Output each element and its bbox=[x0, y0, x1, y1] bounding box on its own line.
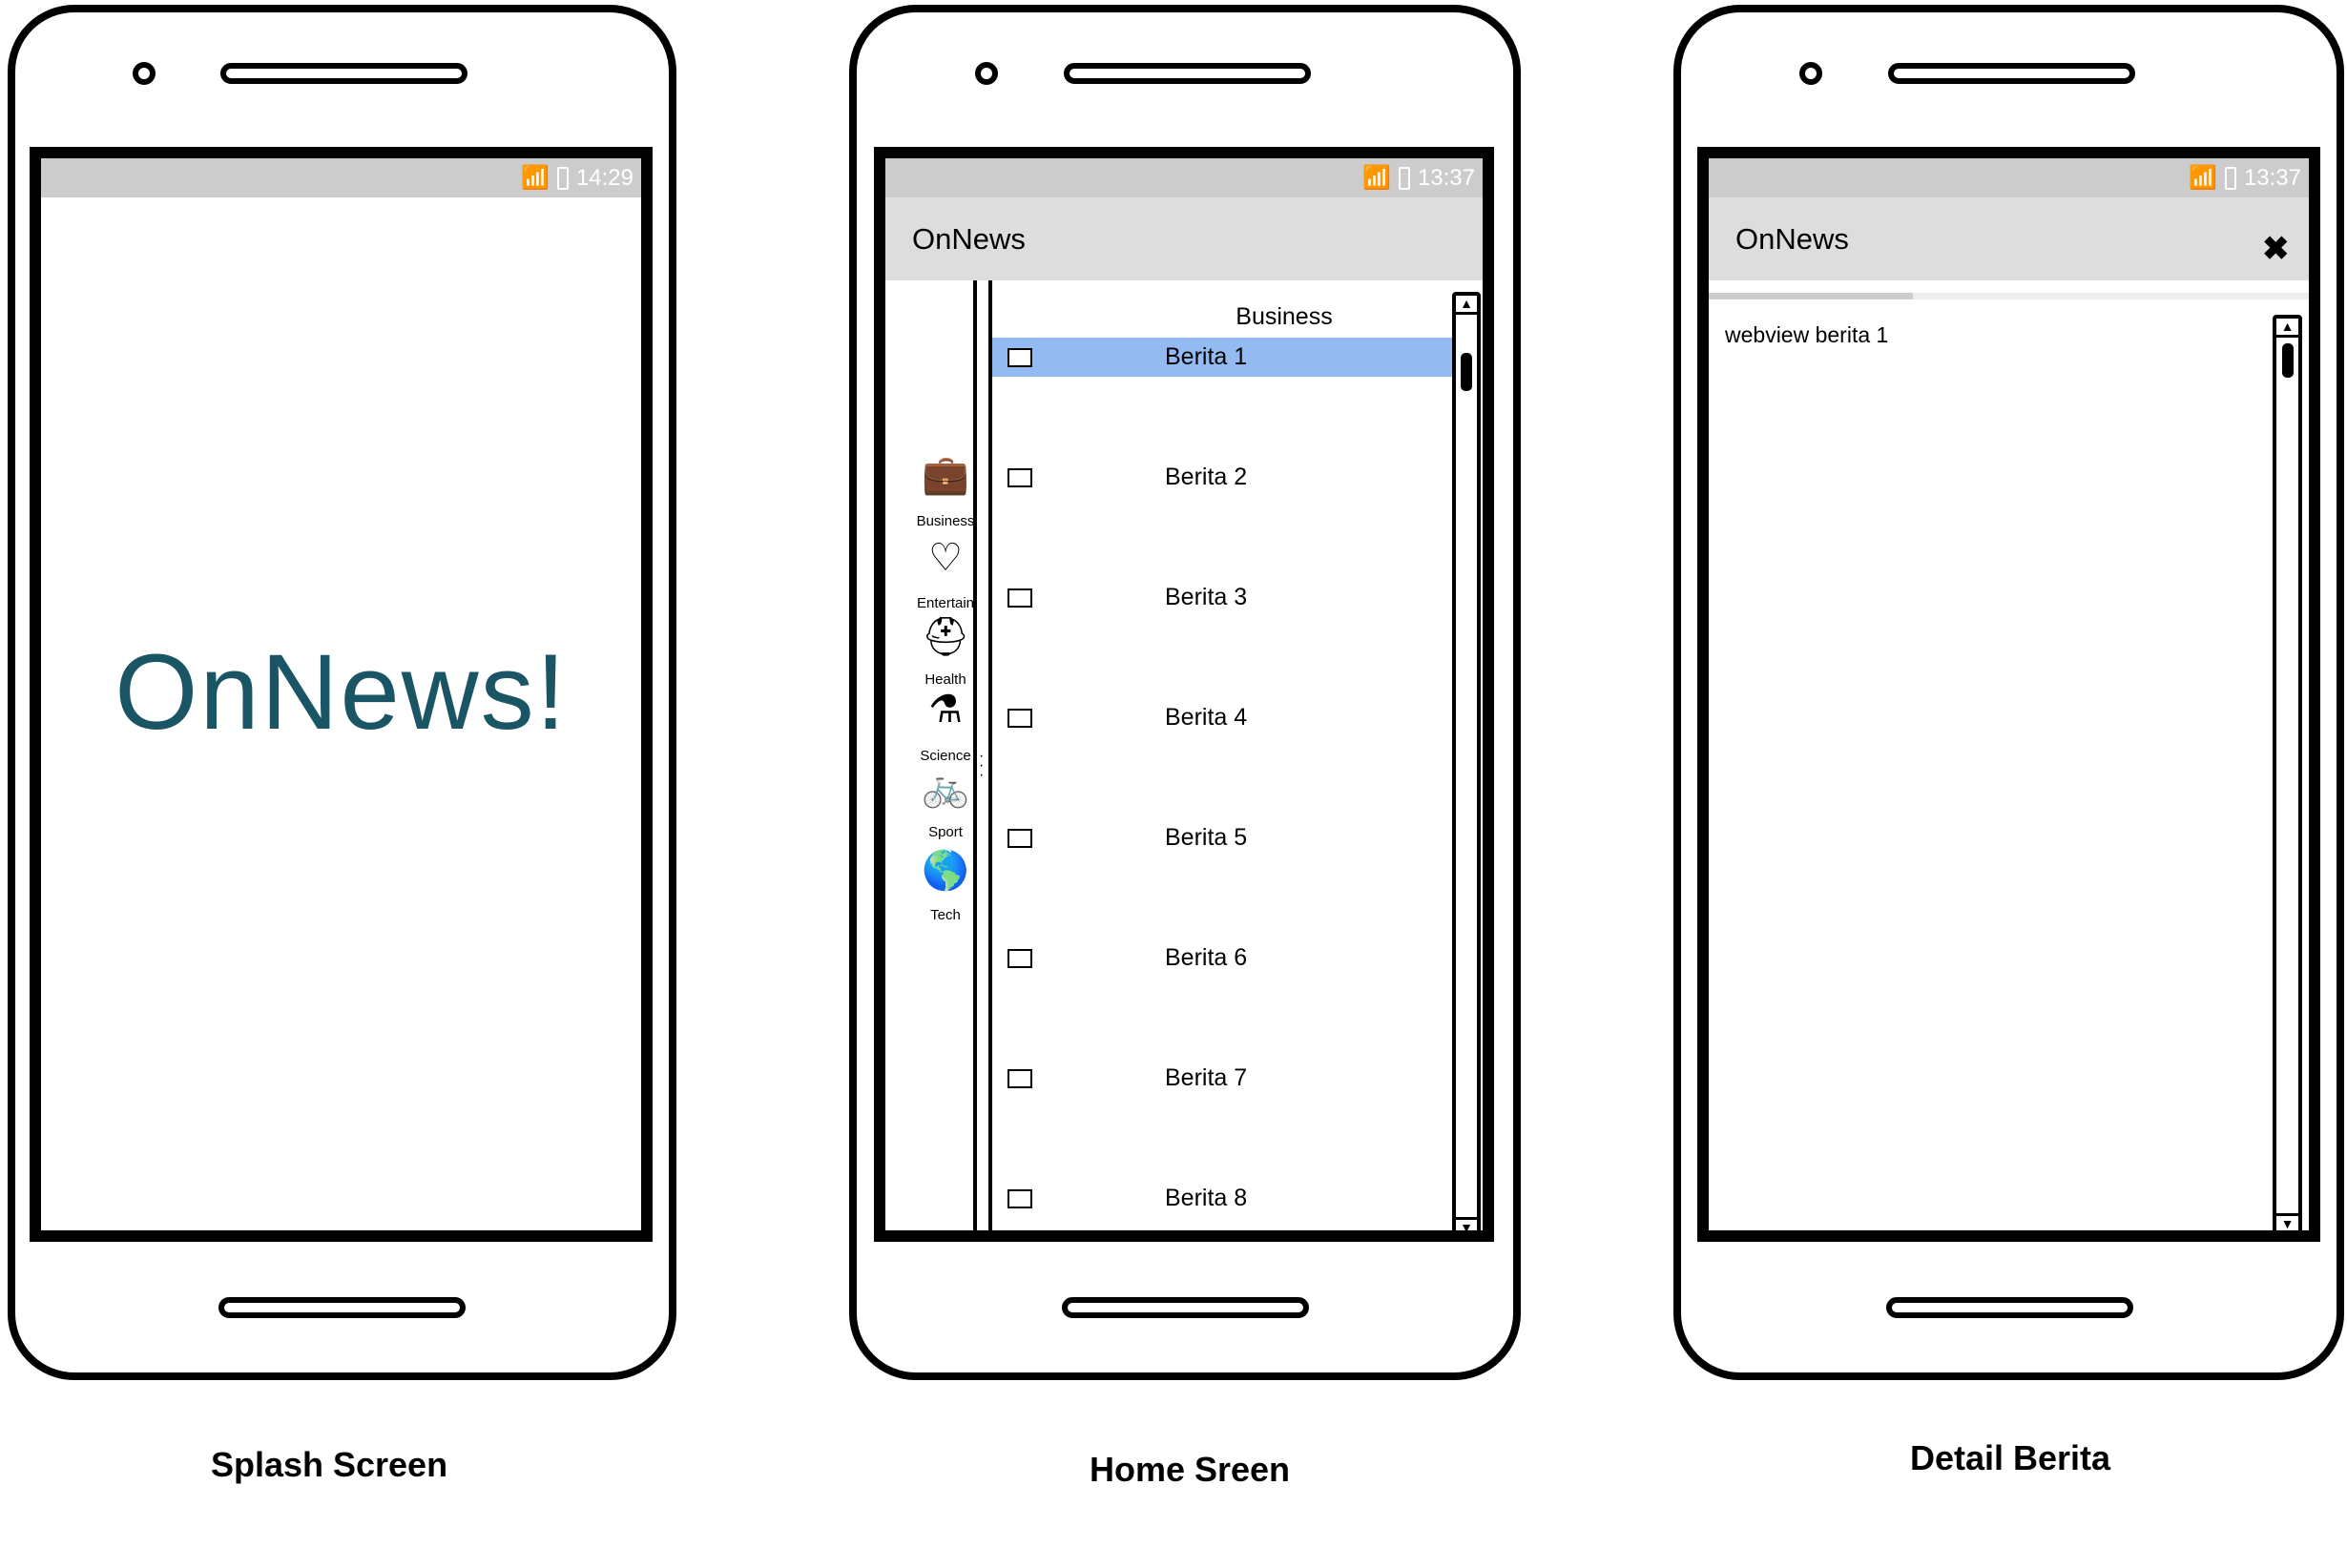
bicycle-icon[interactable]: 🚲 bbox=[903, 765, 988, 810]
caption-home: Home Sreen bbox=[1089, 1450, 1291, 1489]
item-title: Berita 1 bbox=[1165, 343, 1248, 370]
scroll-up-arrow[interactable]: ▲ bbox=[2276, 319, 2298, 338]
globe-icon[interactable]: 🌎 bbox=[903, 848, 988, 893]
battery-icon bbox=[2224, 166, 2236, 190]
list-item[interactable]: Berita 7 bbox=[992, 1059, 1452, 1098]
briefcase-icon[interactable]: 💼 bbox=[903, 452, 988, 497]
flask-icon[interactable]: ⚗ bbox=[903, 688, 988, 732]
splash-logo: OnNews! bbox=[114, 632, 568, 752]
caption-splash: Splash Screen bbox=[210, 1445, 448, 1484]
news-list: Berita 1 Berita 2 Berita 3 Berita 4 Berita 5… bbox=[992, 158, 1452, 1230]
category-label[interactable]: Business bbox=[903, 513, 988, 529]
heart-icon[interactable]: ♡ bbox=[903, 536, 988, 580]
item-title: Berita 8 bbox=[1165, 1185, 1248, 1211]
scroll-up-arrow[interactable]: ▲ bbox=[1456, 296, 1477, 315]
camera-icon bbox=[975, 62, 998, 85]
home-button[interactable] bbox=[1886, 1297, 2133, 1318]
battery-icon bbox=[556, 166, 569, 190]
category-label[interactable]: Tech bbox=[903, 907, 988, 923]
list-item[interactable]: Berita 8 bbox=[992, 1179, 1452, 1218]
wifi-icon: 📶 bbox=[521, 165, 550, 191]
image-icon bbox=[1007, 708, 1032, 728]
close-icon[interactable]: ✖ bbox=[2262, 230, 2290, 268]
home-button[interactable] bbox=[1062, 1297, 1309, 1318]
speaker-grille bbox=[220, 63, 467, 84]
image-icon bbox=[1007, 467, 1032, 487]
progress-bar bbox=[1709, 293, 2309, 299]
splash-screen: 📶 14:29 OnNews! bbox=[30, 147, 653, 1242]
image-icon bbox=[1007, 1188, 1032, 1208]
scrollbar[interactable]: ▲ ▼ bbox=[2273, 315, 2302, 1230]
list-item[interactable]: Berita 5 bbox=[992, 818, 1452, 857]
category-label[interactable]: Science bbox=[903, 748, 988, 764]
app-title: OnNews bbox=[1735, 221, 1849, 256]
item-title: Berita 3 bbox=[1165, 584, 1248, 610]
home-screen: 📶 13:37 OnNews · · · 💼 Business ♡ Entertain ⛑ H… bbox=[874, 147, 1494, 1242]
image-icon bbox=[1007, 948, 1032, 968]
item-title: Berita 4 bbox=[1165, 704, 1248, 731]
category-label[interactable]: Entertain bbox=[903, 595, 988, 611]
list-item[interactable]: Berita 6 bbox=[992, 939, 1452, 978]
category-label[interactable]: Health bbox=[903, 671, 988, 688]
scroll-thumb[interactable] bbox=[2281, 343, 2294, 378]
image-icon bbox=[1007, 1068, 1032, 1088]
status-time: 13:37 bbox=[2243, 164, 2301, 191]
caption-detail: Detail Berita bbox=[1909, 1438, 2111, 1477]
image-icon bbox=[1007, 828, 1032, 848]
camera-icon bbox=[1799, 62, 1822, 85]
category-label[interactable]: Sport bbox=[903, 824, 988, 840]
scrollbar[interactable]: ▲ ▼ bbox=[1452, 292, 1481, 1230]
status-bar: 📶 14:29 bbox=[41, 158, 641, 197]
image-icon bbox=[1007, 588, 1032, 608]
scroll-thumb[interactable] bbox=[1461, 353, 1472, 391]
webview-content: webview berita 1 bbox=[1725, 322, 1889, 347]
home-button[interactable] bbox=[218, 1297, 466, 1318]
status-time: 14:29 bbox=[575, 164, 633, 191]
wifi-icon: 📶 bbox=[2189, 165, 2217, 191]
item-title: Berita 5 bbox=[1165, 824, 1248, 851]
item-title: Berita 6 bbox=[1165, 944, 1248, 971]
scroll-down-arrow[interactable]: ▼ bbox=[2276, 1213, 2298, 1230]
detail-screen: 📶 13:37 OnNews ✖ webview berita 1 ▲ ▼ bbox=[1697, 147, 2320, 1242]
item-title: Berita 2 bbox=[1165, 464, 1248, 490]
item-title: Berita 7 bbox=[1165, 1064, 1248, 1091]
camera-icon bbox=[133, 62, 156, 85]
status-bar: 📶 13:37 bbox=[1709, 158, 2309, 197]
medical-kit-icon[interactable]: ⛑ bbox=[903, 614, 988, 659]
app-bar: OnNews bbox=[1709, 197, 2309, 280]
progress-fill bbox=[1709, 293, 1913, 299]
list-item[interactable]: Berita 4 bbox=[992, 698, 1452, 737]
speaker-grille bbox=[1064, 63, 1311, 84]
list-item[interactable]: Berita 1 bbox=[992, 338, 1452, 377]
speaker-grille bbox=[1888, 63, 2135, 84]
list-item[interactable]: Berita 3 bbox=[992, 578, 1452, 617]
scroll-down-arrow[interactable]: ▼ bbox=[1456, 1217, 1477, 1230]
image-icon bbox=[1007, 347, 1032, 367]
list-item[interactable]: Berita 2 bbox=[992, 458, 1452, 497]
